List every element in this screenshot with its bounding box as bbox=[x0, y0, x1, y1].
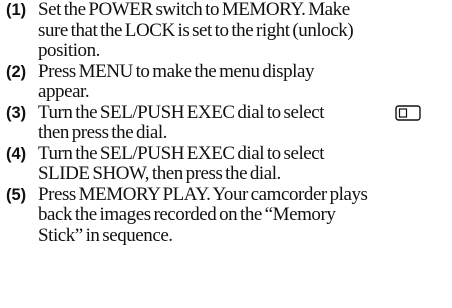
procedure-steps: (1) Set the POWER switch to MEMORY. Make… bbox=[0, 0, 452, 246]
step-2: (2) Press MENU to make the menu display … bbox=[0, 60, 452, 103]
step-text-line: position. bbox=[38, 40, 100, 61]
step-text-line: Turn the SEL/PUSH EXEC dial to select bbox=[38, 101, 325, 123]
step-4: (4) Turn the SEL/PUSH EXEC dial to selec… bbox=[0, 142, 452, 185]
step-text-line: Stick” in sequence. bbox=[38, 224, 173, 246]
step-text-line: appear. bbox=[38, 81, 90, 102]
step-5: (5) Press MEMORY PLAY. Your camcorder pl… bbox=[0, 183, 452, 247]
step-number: (1) bbox=[6, 1, 27, 19]
step-text-line: Turn the SEL/PUSH EXEC dial to select bbox=[38, 142, 325, 164]
step-text-line: back the images recorded on the “Memory bbox=[38, 204, 336, 225]
manual-page: { "steps": [ { "number": "(1)", "lines":… bbox=[0, 0, 452, 308]
step-text-line: Press MEMORY PLAY. Your camcorder plays bbox=[38, 183, 368, 205]
step-text-line: Press MENU to make the menu display bbox=[38, 60, 315, 82]
step-number: (2) bbox=[6, 62, 27, 81]
step-number: (5) bbox=[6, 185, 27, 204]
step-text-line: Set the POWER switch to MEMORY. Make bbox=[38, 0, 350, 20]
step-1: (1) Set the POWER switch to MEMORY. Make… bbox=[0, 0, 452, 62]
step-text-line: sure that the LOCK is set to the right (… bbox=[38, 19, 354, 41]
step-text-line: SLIDE SHOW, then press the dial. bbox=[38, 163, 281, 184]
step-number: (4) bbox=[6, 144, 27, 163]
memory-card-menu-icon bbox=[395, 104, 421, 121]
step-text-line: then press the dial. bbox=[38, 122, 167, 143]
step-number: (3) bbox=[6, 103, 27, 122]
step-3: (3) Turn the SEL/PUSH EXEC dial to selec… bbox=[0, 101, 452, 144]
